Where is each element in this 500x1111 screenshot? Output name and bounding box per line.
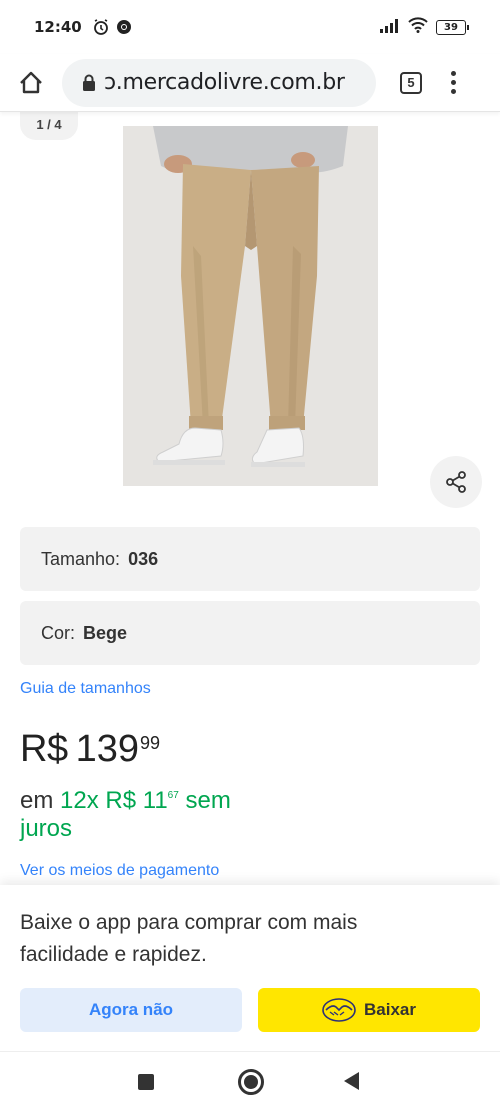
status-time: 12:40: [34, 18, 82, 36]
installment-currency: R$: [105, 787, 137, 814]
url-text: ɔ.mercadolivre.com.br: [104, 70, 345, 95]
mercadolivre-logo-icon: [322, 998, 356, 1022]
chrome-icon: [116, 19, 132, 35]
size-label: Tamanho:: [41, 548, 121, 569]
dot-icon: [450, 80, 456, 85]
size-selector[interactable]: Tamanho: 036: [20, 527, 480, 591]
overflow-menu-button[interactable]: [448, 71, 458, 94]
color-label: Cor:: [41, 622, 76, 643]
khaki-pants-photo: [123, 126, 378, 486]
status-bar: 12:40 39: [0, 0, 500, 54]
color-selector[interactable]: Cor: Bege: [20, 601, 480, 665]
page: 12:40 39 ɔ.mercadolivre.com.br 5 1 / 4 T…: [0, 0, 500, 1111]
installment-integer: 11: [142, 787, 168, 814]
size-value: 036: [128, 548, 159, 569]
size-guide-link[interactable]: Guia de tamanhos: [20, 680, 151, 698]
share-button[interactable]: [430, 456, 482, 508]
signal-icon: [380, 18, 400, 37]
price-cents: 99: [139, 733, 161, 753]
recents-button[interactable]: [138, 1074, 154, 1090]
back-button[interactable]: [344, 1072, 359, 1090]
banner-message: Baixe o app para comprar com mais facili…: [20, 911, 358, 966]
home-nav-button[interactable]: [238, 1069, 264, 1095]
browser-toolbar: ɔ.mercadolivre.com.br 5: [0, 54, 500, 112]
dot-icon: [450, 89, 456, 94]
price-currency: R$: [20, 728, 68, 770]
price: R$ 139 99: [20, 728, 160, 771]
home-dot-icon: [244, 1075, 258, 1089]
dot-icon: [450, 71, 456, 76]
price-integer: 139: [75, 728, 139, 770]
download-app-button[interactable]: Baixar: [258, 988, 480, 1032]
installments: em 12x R$ 1167 sem juros: [20, 782, 250, 843]
lock-icon: [82, 74, 96, 92]
download-label: Baixar: [364, 1000, 416, 1019]
home-icon: [20, 71, 42, 93]
installments-prefix: em: [20, 787, 54, 814]
payment-methods-link[interactable]: Ver os meios de pagamento: [20, 862, 219, 880]
product-image[interactable]: [123, 126, 378, 486]
wifi-icon: [408, 17, 428, 37]
app-download-banner: Baixe o app para comprar com mais facili…: [0, 885, 500, 1051]
share-icon: [446, 471, 466, 493]
dismiss-button[interactable]: Agora não: [20, 988, 242, 1032]
alarm-icon: [92, 18, 110, 36]
home-button[interactable]: [16, 68, 46, 98]
installment-cents: 67: [167, 790, 179, 801]
color-value: Bege: [83, 622, 128, 643]
address-bar[interactable]: ɔ.mercadolivre.com.br: [62, 58, 376, 107]
tab-switcher-button[interactable]: 5: [400, 71, 422, 94]
installments-count: 12x: [60, 787, 99, 814]
system-nav-bar: [0, 1051, 500, 1111]
battery-icon: 39: [436, 19, 469, 35]
